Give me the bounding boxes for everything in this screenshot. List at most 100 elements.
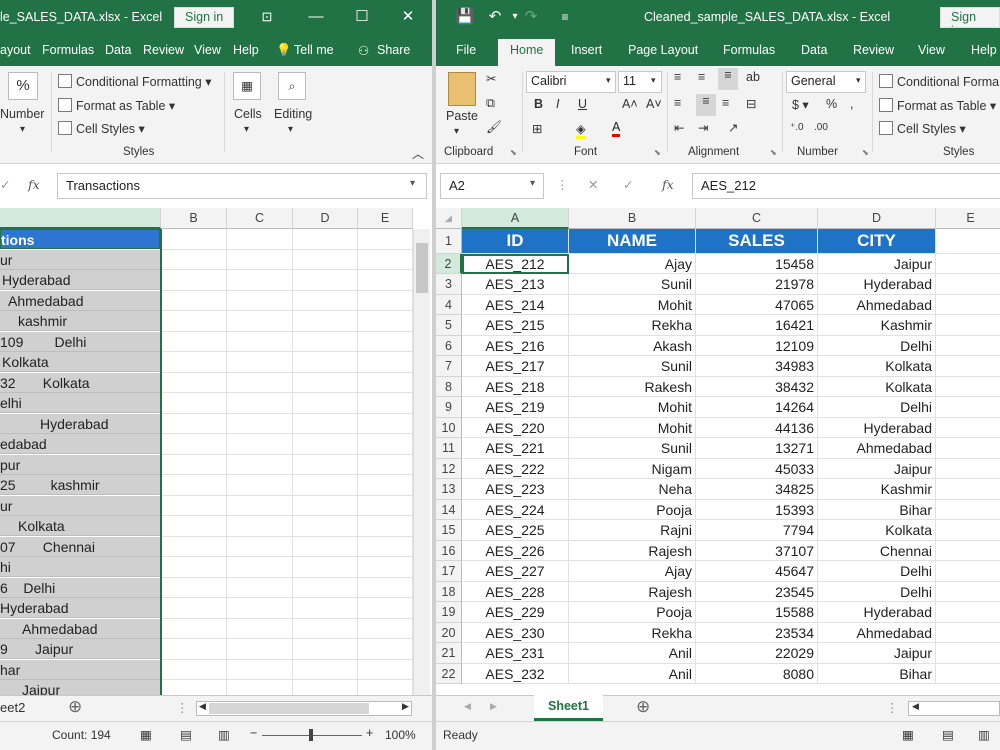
column-header-c[interactable]: C <box>227 208 293 229</box>
selected-cell[interactable]: pur <box>0 454 160 475</box>
table-cell[interactable]: Kashmir <box>818 479 936 500</box>
scroll-left-icon[interactable]: ◀ <box>912 701 919 712</box>
table-cell[interactable]: Mohit <box>569 294 696 315</box>
add-sheet-icon[interactable]: ⊕ <box>68 697 82 717</box>
save-icon[interactable]: 💾 <box>454 6 476 28</box>
selected-cell[interactable]: 07 Chennai <box>0 536 160 557</box>
editing-button[interactable]: Editing <box>274 107 312 121</box>
empty-cell[interactable] <box>358 434 413 455</box>
empty-cell[interactable] <box>358 516 413 537</box>
empty-cell[interactable] <box>936 582 1000 602</box>
redo-icon[interactable]: ↷ <box>520 6 542 28</box>
h-scrollbar-thumb[interactable] <box>209 703 369 714</box>
empty-cell[interactable] <box>227 495 293 516</box>
table-cell[interactable]: 16421 <box>696 315 818 336</box>
row-header[interactable]: 1 <box>436 229 462 254</box>
selected-cell[interactable]: Ahmedabad <box>0 618 160 639</box>
tab-view[interactable]: View <box>194 43 221 57</box>
empty-cell[interactable] <box>936 520 1000 541</box>
conditional-formatting-button[interactable]: Conditional Formatting ▾ <box>58 74 212 89</box>
insert-function-icon[interactable]: fx <box>662 177 674 192</box>
empty-cell[interactable] <box>358 557 413 578</box>
table-cell[interactable]: 21978 <box>696 274 818 295</box>
underline-icon[interactable]: U <box>578 97 587 111</box>
table-cell[interactable]: Nigam <box>569 458 696 479</box>
cancel-entry-icon[interactable]: ✕ <box>588 177 598 192</box>
table-cell[interactable]: 44136 <box>696 417 818 438</box>
empty-cell[interactable] <box>227 413 293 434</box>
empty-cell[interactable] <box>293 618 358 639</box>
table-cell[interactable]: 34825 <box>696 479 818 500</box>
formula-input[interactable]: Transactions <box>57 173 427 199</box>
increase-font-icon[interactable]: A˄ <box>622 97 638 111</box>
column-title[interactable]: NAME <box>569 229 696 254</box>
empty-cell[interactable] <box>227 536 293 557</box>
font-color-icon[interactable]: A <box>612 120 621 137</box>
empty-cell[interactable] <box>358 475 413 496</box>
table-cell[interactable]: AES_223 <box>462 479 569 500</box>
table-cell[interactable]: Bihar <box>818 499 936 520</box>
zoom-out-icon[interactable]: − <box>250 726 257 740</box>
format-as-table-button[interactable]: Format as Table ▾ <box>58 98 175 113</box>
table-cell[interactable]: AES_216 <box>462 335 569 356</box>
tab-formulas[interactable]: Formulas <box>42 43 94 57</box>
comma-style-icon[interactable]: , <box>850 97 853 111</box>
table-cell[interactable]: Rajesh <box>569 540 696 561</box>
selected-cell[interactable]: 9 Jaipur <box>0 639 160 659</box>
row-header[interactable]: 13 <box>436 479 462 500</box>
table-cell[interactable]: AES_221 <box>462 438 569 459</box>
tab-help[interactable]: Help <box>971 43 997 57</box>
table-cell[interactable]: AES_225 <box>462 520 569 541</box>
empty-cell[interactable] <box>227 393 293 414</box>
empty-cell[interactable] <box>358 311 413 332</box>
empty-cell[interactable] <box>293 495 358 516</box>
table-cell[interactable]: AES_215 <box>462 315 569 336</box>
zoom-slider-handle[interactable] <box>309 729 313 741</box>
selected-cell[interactable]: edabad <box>0 434 160 454</box>
maximize-icon[interactable]: ☐ <box>351 6 373 28</box>
empty-cell[interactable] <box>293 290 358 311</box>
zoom-in-icon[interactable]: + <box>366 726 373 740</box>
currency-icon[interactable]: $ ▾ <box>792 97 809 112</box>
right-sheet-grid[interactable]: ◢ ABCDE 1 2 3 4 5 6 7 8 9 10 11 12 13 14 15 16 17 18 19 20 2… <box>436 208 1000 695</box>
empty-cell[interactable] <box>227 577 293 598</box>
table-cell[interactable]: 37107 <box>696 540 818 561</box>
empty-cell[interactable] <box>936 664 1000 684</box>
tab-help[interactable]: Help <box>233 43 259 57</box>
number-format-dropdown-icon[interactable]: ▾ <box>856 75 861 86</box>
empty-cell[interactable] <box>227 352 293 373</box>
column-header-a[interactable] <box>0 208 161 229</box>
empty-cell[interactable] <box>227 372 293 393</box>
increase-indent-icon[interactable]: ⇥ <box>698 120 708 135</box>
empty-cell[interactable] <box>936 418 1000 438</box>
font-name-select[interactable]: Calibri <box>526 71 616 93</box>
empty-cell[interactable] <box>227 516 293 537</box>
table-cell[interactable]: AES_212 <box>462 253 569 274</box>
confirm-entry-icon[interactable]: ✓ <box>623 177 633 192</box>
empty-cell[interactable] <box>227 434 293 455</box>
empty-cell[interactable] <box>936 274 1000 295</box>
table-cell[interactable]: Delhi <box>818 335 936 356</box>
table-cell[interactable]: Anil <box>569 663 696 684</box>
empty-cell[interactable] <box>227 557 293 578</box>
table-cell[interactable]: Ahmedabad <box>818 438 936 459</box>
undo-icon[interactable]: ↶ <box>484 6 506 28</box>
selected-cell[interactable]: Hyderabad <box>0 270 160 290</box>
page-break-view-icon[interactable]: ▥ <box>978 727 990 742</box>
selected-cell[interactable]: Hyderabad <box>0 598 160 618</box>
empty-cell[interactable] <box>161 270 227 291</box>
copy-icon[interactable]: ⧉ <box>486 96 495 111</box>
selected-header-cell[interactable]: tions <box>0 229 160 249</box>
table-cell[interactable]: Rekha <box>569 622 696 643</box>
increase-decimal-icon[interactable]: ⁺.0 <box>790 122 804 133</box>
column-title[interactable]: CITY <box>818 229 936 254</box>
selected-cell[interactable]: Hyderabad <box>0 413 160 434</box>
empty-cell[interactable] <box>161 598 227 619</box>
scroll-right-icon[interactable]: ▶ <box>402 701 409 712</box>
right-signin-button[interactable]: Sign in <box>940 7 1000 38</box>
table-cell[interactable]: Mohit <box>569 417 696 438</box>
empty-cell[interactable] <box>358 659 413 680</box>
table-cell[interactable]: Delhi <box>818 561 936 582</box>
row-header[interactable]: 6 <box>436 335 462 356</box>
align-left-icon[interactable]: ≡ <box>674 96 681 110</box>
